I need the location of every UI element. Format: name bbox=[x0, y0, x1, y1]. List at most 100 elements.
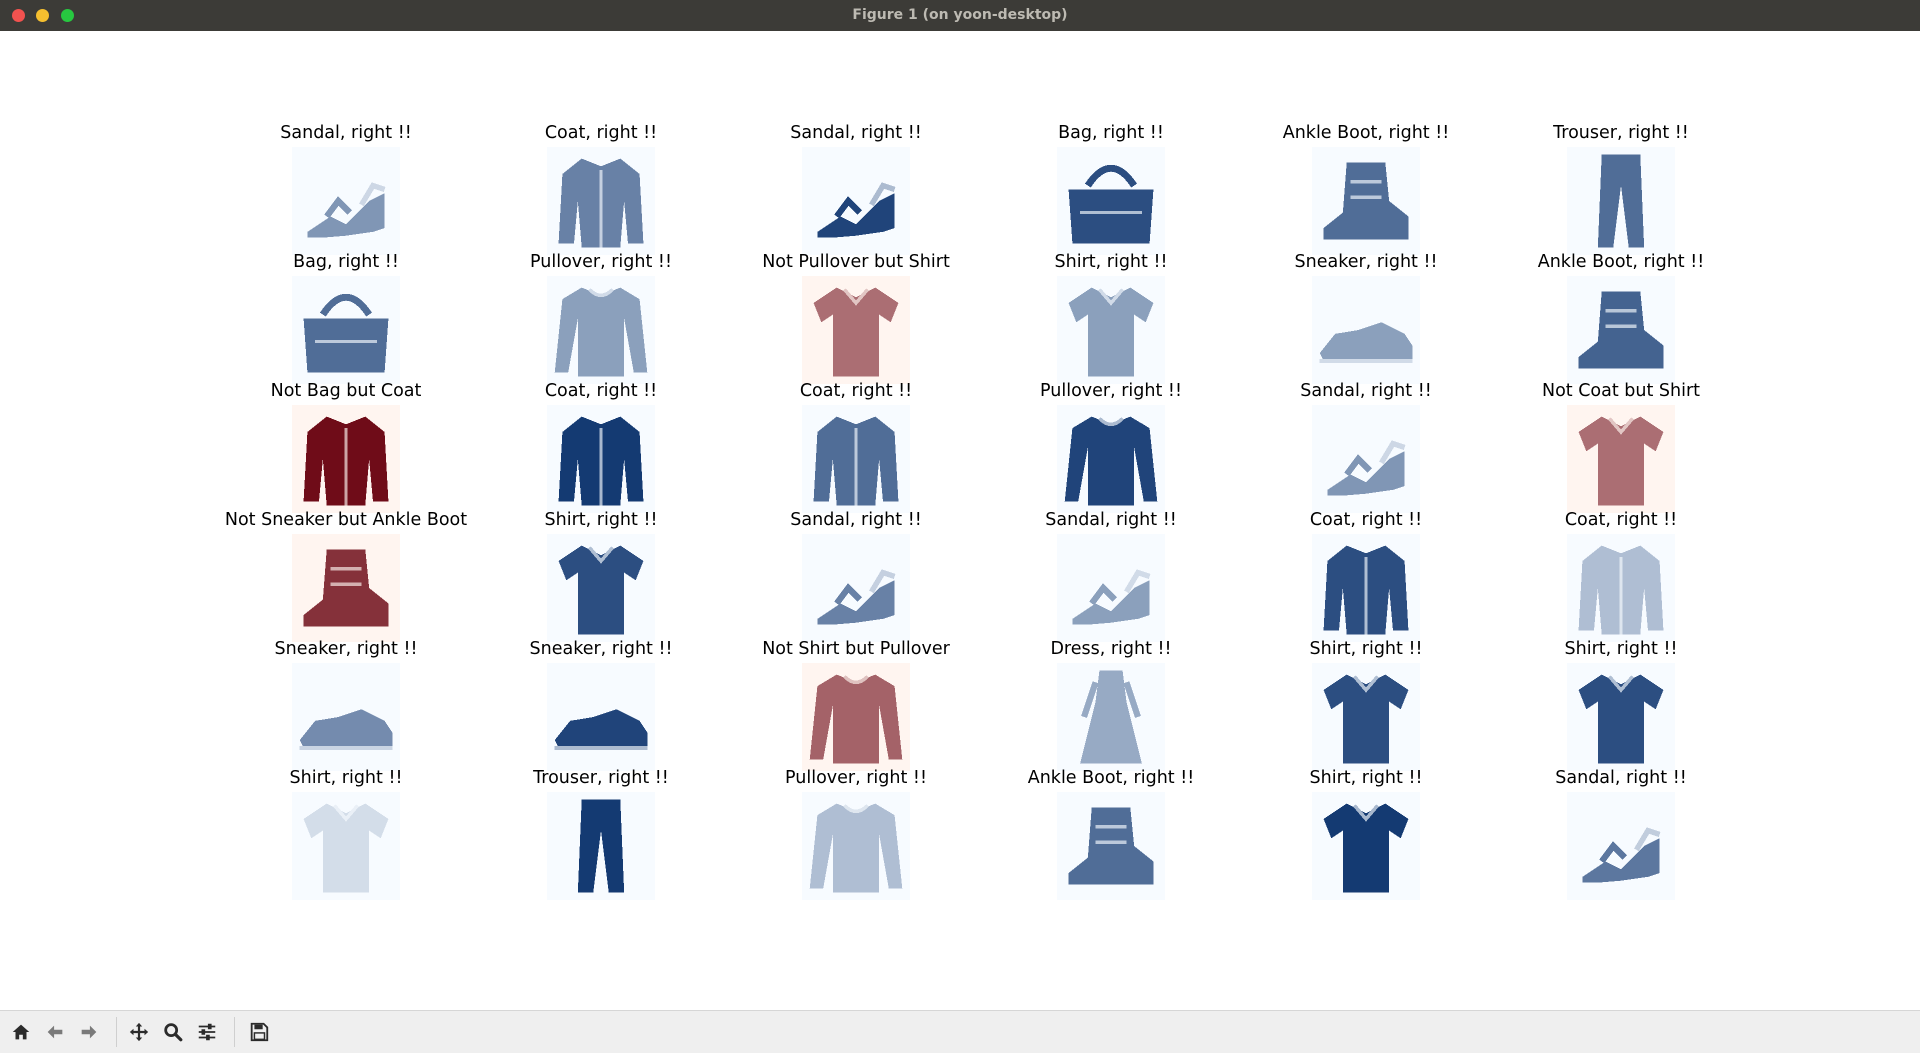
thumbnail-shirt-icon bbox=[1312, 792, 1420, 900]
subplot-image bbox=[1312, 276, 1420, 384]
magnifier-icon bbox=[164, 1023, 183, 1042]
window-titlebar: Figure 1 (on yoon-desktop) bbox=[0, 0, 1920, 31]
subplot-title: Sneaker, right !! bbox=[529, 639, 673, 659]
forward-button[interactable] bbox=[76, 1019, 102, 1045]
thumbnail-shirt-icon bbox=[547, 534, 655, 642]
home-button[interactable] bbox=[8, 1019, 34, 1045]
subplot-title: Bag, right !! bbox=[293, 252, 399, 272]
subplot-title: Sandal, right !! bbox=[1555, 768, 1687, 788]
subplot-image bbox=[802, 405, 910, 513]
thumbnail-dress-icon bbox=[1057, 663, 1165, 771]
subplot-image bbox=[802, 663, 910, 771]
back-button[interactable] bbox=[42, 1019, 68, 1045]
subplot-image bbox=[1057, 534, 1165, 642]
thumbnail-shirt-icon bbox=[1312, 663, 1420, 771]
thumbnail-pullover-icon bbox=[802, 792, 910, 900]
subplot-image bbox=[1567, 534, 1675, 642]
thumbnail-sneaker-icon bbox=[292, 663, 400, 771]
subplot-title: Sandal, right !! bbox=[790, 510, 922, 530]
subplot-image bbox=[1567, 276, 1675, 384]
toolbar-separator bbox=[234, 1017, 235, 1047]
subplot-image bbox=[292, 792, 400, 900]
subplot-title: Sneaker, right !! bbox=[1294, 252, 1438, 272]
subplot-image bbox=[802, 276, 910, 384]
thumbnail-coat-icon bbox=[547, 147, 655, 255]
subplot-title: Coat, right !! bbox=[1309, 510, 1423, 530]
arrow-left-icon bbox=[47, 1025, 63, 1039]
subplot-image bbox=[1567, 792, 1675, 900]
thumbnail-ankle-boot-icon bbox=[1567, 276, 1675, 384]
subplot-image bbox=[1312, 405, 1420, 513]
move-icon bbox=[129, 1022, 149, 1042]
thumbnail-bag-icon bbox=[292, 276, 400, 384]
subplot-title: Coat, right !! bbox=[1564, 510, 1678, 530]
floppy-disk-icon bbox=[250, 1022, 269, 1042]
subplot-title: Pullover, right !! bbox=[530, 252, 672, 272]
subplot-image bbox=[1567, 147, 1675, 255]
subplot-image bbox=[802, 534, 910, 642]
subplot-image bbox=[547, 663, 655, 771]
pan-button[interactable] bbox=[126, 1019, 152, 1045]
subplot-title: Sandal, right !! bbox=[790, 123, 922, 143]
subplot-title: Trouser, right !! bbox=[1553, 123, 1689, 143]
subplot-image bbox=[802, 147, 910, 255]
subplot-image bbox=[547, 792, 655, 900]
save-button[interactable] bbox=[246, 1019, 272, 1045]
subplot-title: Sneaker, right !! bbox=[274, 639, 418, 659]
thumbnail-sandal-icon bbox=[802, 534, 910, 642]
thumbnail-shirt-icon bbox=[1567, 405, 1675, 513]
subplot-title: Shirt, right !! bbox=[289, 768, 403, 788]
subplot-image bbox=[1057, 792, 1165, 900]
subplot-image bbox=[1057, 405, 1165, 513]
subplot-image bbox=[547, 534, 655, 642]
subplot-title: Ankle Boot, right !! bbox=[1282, 123, 1450, 143]
subplot-title: Sandal, right !! bbox=[280, 123, 412, 143]
arrow-right-icon bbox=[81, 1025, 97, 1039]
thumbnail-shirt-icon bbox=[292, 792, 400, 900]
subplot-title: Not Coat but Shirt bbox=[1541, 381, 1701, 401]
subplot-title: Shirt, right !! bbox=[544, 510, 658, 530]
zoom-button[interactable] bbox=[160, 1019, 186, 1045]
thumbnail-pullover-icon bbox=[802, 663, 910, 771]
subplot-image bbox=[292, 663, 400, 771]
thumbnail-sneaker-icon bbox=[1312, 276, 1420, 384]
subplot-title: Pullover, right !! bbox=[785, 768, 927, 788]
subplot-title: Not Shirt but Pullover bbox=[762, 639, 950, 659]
subplot-title: Pullover, right !! bbox=[1040, 381, 1182, 401]
thumbnail-sandal-icon bbox=[802, 147, 910, 255]
subplot-image bbox=[802, 792, 910, 900]
figure-canvas[interactable]: Sandal, right !! Coat, right !! Sandal, ri… bbox=[0, 31, 1920, 1010]
configure-subplots-button[interactable] bbox=[194, 1019, 220, 1045]
thumbnail-coat-icon bbox=[547, 405, 655, 513]
subplot-title: Not Sneaker but Ankle Boot bbox=[224, 510, 468, 530]
thumbnail-bag-icon bbox=[1057, 147, 1165, 255]
thumbnail-sandal-icon bbox=[1312, 405, 1420, 513]
thumbnail-coat-icon bbox=[802, 405, 910, 513]
thumbnail-coat-icon bbox=[1312, 534, 1420, 642]
subplot-title: Ankle Boot, right !! bbox=[1537, 252, 1705, 272]
subplot-title: Dress, right !! bbox=[1050, 639, 1172, 659]
thumbnail-sneaker-icon bbox=[547, 663, 655, 771]
subplot-title: Coat, right !! bbox=[544, 123, 658, 143]
subplot-image bbox=[1057, 663, 1165, 771]
thumbnail-trouser-icon bbox=[1567, 147, 1675, 255]
subplot-image bbox=[1312, 534, 1420, 642]
thumbnail-coat-icon bbox=[1567, 534, 1675, 642]
subplot-image bbox=[1567, 663, 1675, 771]
subplot-image bbox=[292, 147, 400, 255]
subplot-title: Not Pullover but Shirt bbox=[762, 252, 950, 272]
subplot-title: Coat, right !! bbox=[799, 381, 913, 401]
subplot-image bbox=[292, 405, 400, 513]
subplot-image bbox=[547, 147, 655, 255]
thumbnail-shirt-icon bbox=[1567, 663, 1675, 771]
subplot-title: Shirt, right !! bbox=[1309, 639, 1423, 659]
subplot-image bbox=[1567, 405, 1675, 513]
home-icon bbox=[12, 1024, 30, 1040]
subplot-title: Shirt, right !! bbox=[1564, 639, 1678, 659]
subplot-image bbox=[1312, 663, 1420, 771]
thumbnail-shirt-icon bbox=[1057, 276, 1165, 384]
thumbnail-pullover-icon bbox=[547, 276, 655, 384]
subplot-image bbox=[1312, 147, 1420, 255]
subplot-image bbox=[292, 276, 400, 384]
subplot-image bbox=[547, 276, 655, 384]
